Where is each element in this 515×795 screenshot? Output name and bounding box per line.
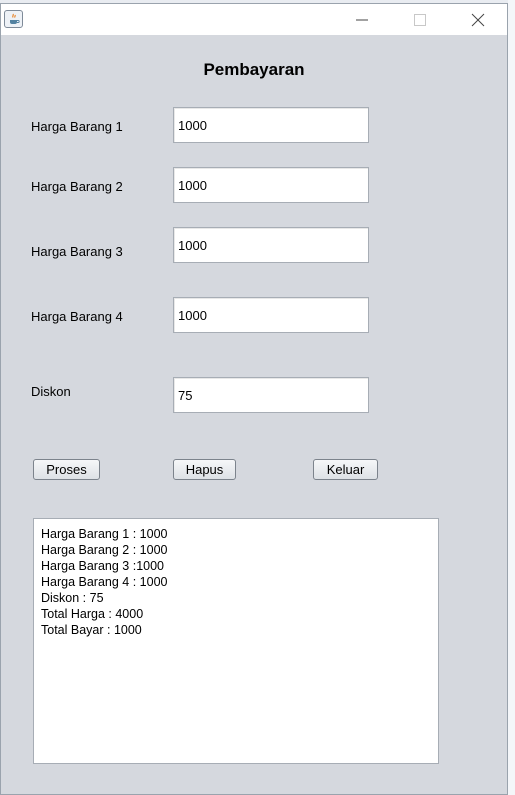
label-harga-barang-2: Harga Barang 2 <box>31 179 123 194</box>
output-line: Total Harga : 4000 <box>41 607 144 621</box>
harga-barang-4-input[interactable] <box>173 297 369 333</box>
output-line: Harga Barang 1 : 1000 <box>41 527 168 541</box>
minimize-button[interactable] <box>339 4 385 35</box>
output-line: Harga Barang 4 : 1000 <box>41 575 168 589</box>
label-harga-barang-1: Harga Barang 1 <box>31 119 123 134</box>
result-textarea[interactable]: Harga Barang 1 : 1000 Harga Barang 2 : 1… <box>33 518 439 764</box>
background-window <box>508 0 515 795</box>
close-button[interactable] <box>455 4 501 35</box>
harga-barang-2-input[interactable] <box>173 167 369 203</box>
keluar-button[interactable]: Keluar <box>313 459 378 480</box>
minimize-icon <box>356 19 368 21</box>
output-line: Diskon : 75 <box>41 591 104 605</box>
label-harga-barang-3: Harga Barang 3 <box>31 244 123 259</box>
java-icon[interactable] <box>4 10 23 28</box>
output-line: Harga Barang 3 :1000 <box>41 559 165 573</box>
output-line: Harga Barang 2 : 1000 <box>41 543 168 557</box>
harga-barang-3-input[interactable] <box>173 227 369 263</box>
close-icon <box>471 13 485 27</box>
hapus-button[interactable]: Hapus <box>173 459 236 480</box>
page-title: Pembayaran <box>203 60 305 79</box>
maximize-button[interactable] <box>397 4 443 35</box>
title-bar[interactable] <box>1 4 507 35</box>
diskon-input[interactable] <box>173 377 369 413</box>
label-harga-barang-4: Harga Barang 4 <box>31 309 123 324</box>
payment-window: Pembayaran Harga Barang 1 Harga Barang 2… <box>0 3 508 795</box>
maximize-icon <box>414 14 426 26</box>
label-diskon: Diskon <box>31 384 71 399</box>
harga-barang-1-input[interactable] <box>173 107 369 143</box>
proses-button[interactable]: Proses <box>33 459 100 480</box>
output-line: Total Bayar : 1000 <box>41 623 142 637</box>
